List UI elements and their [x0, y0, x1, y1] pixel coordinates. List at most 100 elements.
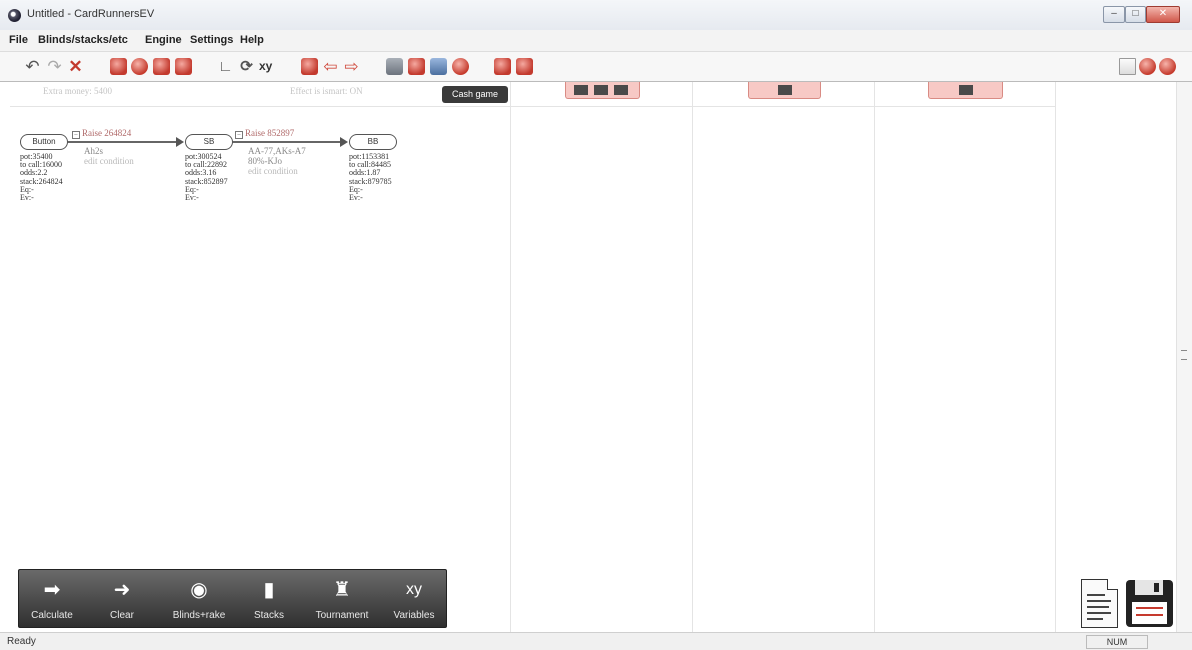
raise-amount: Raise 852897 — [245, 128, 295, 138]
stack-icon[interactable] — [386, 58, 403, 75]
card-category-box[interactable] — [565, 82, 640, 99]
export-icon[interactable] — [494, 58, 511, 75]
import-icon[interactable] — [516, 58, 533, 75]
maximize-button[interactable]: □ — [1125, 6, 1146, 23]
circle-icon[interactable]: ⟳ — [238, 58, 255, 75]
calculate-label: Calculate — [31, 610, 73, 621]
minimize-button[interactable]: – — [1103, 6, 1125, 23]
undo-icon[interactable]: ↶ — [24, 58, 41, 75]
card-square — [614, 85, 628, 95]
status-bar: Ready NUM — [0, 632, 1192, 650]
globe-icon[interactable] — [1159, 58, 1176, 75]
tree-icon[interactable] — [430, 58, 447, 75]
tree-node-bb[interactable]: BB — [349, 134, 397, 150]
action-panel: ➡ Calculate ➜ Clear ◉ Blinds+rake ▮ Stac… — [18, 569, 447, 628]
range-block[interactable]: AA-77,AKs-A7 80%-KJo edit condition — [248, 146, 306, 176]
tree-edge — [67, 141, 179, 143]
card-category-box[interactable] — [748, 82, 821, 99]
collapse-box-icon[interactable]: − — [235, 131, 243, 139]
floppy-label — [1132, 602, 1167, 624]
stacks-button[interactable]: ▮ Stacks — [241, 570, 297, 629]
node-stats: pot:35400 to call:16000 odds:2.2 stack:2… — [20, 152, 63, 203]
delete-icon[interactable]: ✕ — [67, 58, 84, 75]
close-button[interactable]: ✕ — [1146, 6, 1180, 23]
clear-button[interactable]: ➜ Clear — [93, 570, 151, 629]
doc-line — [1087, 612, 1111, 614]
app-logo-icon — [8, 9, 21, 22]
range-block[interactable]: Ah2s edit condition — [84, 146, 134, 166]
help-icon[interactable] — [1139, 58, 1156, 75]
doc-line — [1087, 594, 1105, 596]
clear-label: Clear — [110, 610, 134, 621]
window-title: Untitled - CardRunnersEV — [27, 8, 155, 20]
tree-canvas[interactable]: Extra money: 5400 Effect is ismart: ON −… — [10, 82, 1056, 632]
forward-icon[interactable] — [301, 58, 318, 75]
card-square — [959, 85, 973, 95]
redo-icon[interactable]: ↷ — [46, 58, 63, 75]
raise-label[interactable]: − Raise 852897 — [235, 128, 294, 139]
arrow-head-icon — [176, 137, 184, 147]
card-category-box[interactable] — [928, 82, 1003, 99]
variables-button[interactable]: xy Variables — [383, 570, 445, 629]
ev-value: Ev:- — [20, 193, 34, 203]
stacks-label: Stacks — [253, 610, 284, 621]
variables-label: Variables — [393, 610, 435, 621]
hand-range: AA-77,AKs-A7 — [248, 146, 306, 156]
edit-condition-link[interactable]: edit condition — [84, 156, 134, 166]
raise-label[interactable]: − Raise 264824 — [72, 128, 131, 139]
page-fold — [1107, 579, 1118, 590]
header-divider — [10, 106, 1056, 107]
left-arrow-icon[interactable]: ⇦ — [322, 58, 339, 75]
tree-node-button[interactable]: Button — [20, 134, 68, 150]
doc-line — [1087, 606, 1109, 608]
document-icon[interactable] — [1119, 58, 1136, 75]
card-square — [778, 85, 792, 95]
variables-xy-icon: xy — [406, 581, 422, 598]
menu-engine[interactable]: Engine — [145, 34, 182, 46]
tournament-icon: ♜ — [333, 579, 351, 601]
report-document-icon[interactable] — [1081, 579, 1118, 628]
card-square — [574, 85, 588, 95]
scroll-grip-icon[interactable] — [1181, 350, 1187, 360]
collapse-box-icon[interactable]: − — [72, 131, 80, 139]
edit-condition-link[interactable]: edit condition — [248, 166, 306, 176]
blinds-rake-button[interactable]: ◉ Blinds+rake — [161, 570, 237, 629]
menu-file[interactable]: File — [9, 34, 28, 46]
column-divider — [510, 82, 511, 632]
label-line — [1136, 614, 1163, 616]
column-divider — [874, 82, 875, 632]
node-add-icon[interactable] — [110, 58, 127, 75]
card-square — [594, 85, 608, 95]
tree-edge — [232, 141, 343, 143]
clear-arrow-icon: ➜ — [113, 579, 131, 601]
calculate-button[interactable]: ➡ Calculate — [21, 570, 83, 629]
node-icon[interactable] — [153, 58, 170, 75]
node-stats: pot:1153381 to call:84485 odds:1.87 stac… — [349, 152, 392, 203]
tournament-button[interactable]: ♜ Tournament — [305, 570, 379, 629]
floppy-slot — [1154, 583, 1159, 592]
menu-help[interactable]: Help — [240, 34, 264, 46]
ev-value: Ev:- — [185, 193, 199, 203]
vertical-scrollbar[interactable] — [1176, 82, 1192, 632]
menu-settings[interactable]: Settings — [190, 34, 233, 46]
label-line — [1136, 607, 1163, 609]
blinds-rake-label: Blinds+rake — [172, 610, 226, 621]
doc-line — [1087, 618, 1103, 620]
ev-value: Ev:- — [349, 193, 363, 203]
calculate-icon: ➡ — [43, 579, 61, 601]
target-icon[interactable] — [131, 58, 148, 75]
book-icon[interactable] — [408, 58, 425, 75]
tree-node-sb[interactable]: SB — [185, 134, 233, 150]
tournament-label: Tournament — [315, 610, 369, 621]
right-arrow-icon[interactable]: ⇨ — [343, 58, 360, 75]
stacks-icon: ▮ — [263, 579, 275, 601]
settings-icon[interactable] — [452, 58, 469, 75]
xy-icon[interactable]: xy — [259, 58, 276, 75]
chart-icon[interactable]: ∟ — [217, 58, 234, 75]
extra-money-text: Extra money: 5400 — [43, 86, 112, 96]
menu-blinds-stacks[interactable]: Blinds/stacks/etc — [38, 34, 128, 46]
menu-bar: File Blinds/stacks/etc Engine Settings H… — [0, 30, 1192, 52]
node-copy-icon[interactable] — [175, 58, 192, 75]
blinds-chip-icon: ◉ — [190, 579, 208, 601]
save-floppy-icon[interactable] — [1126, 580, 1173, 627]
